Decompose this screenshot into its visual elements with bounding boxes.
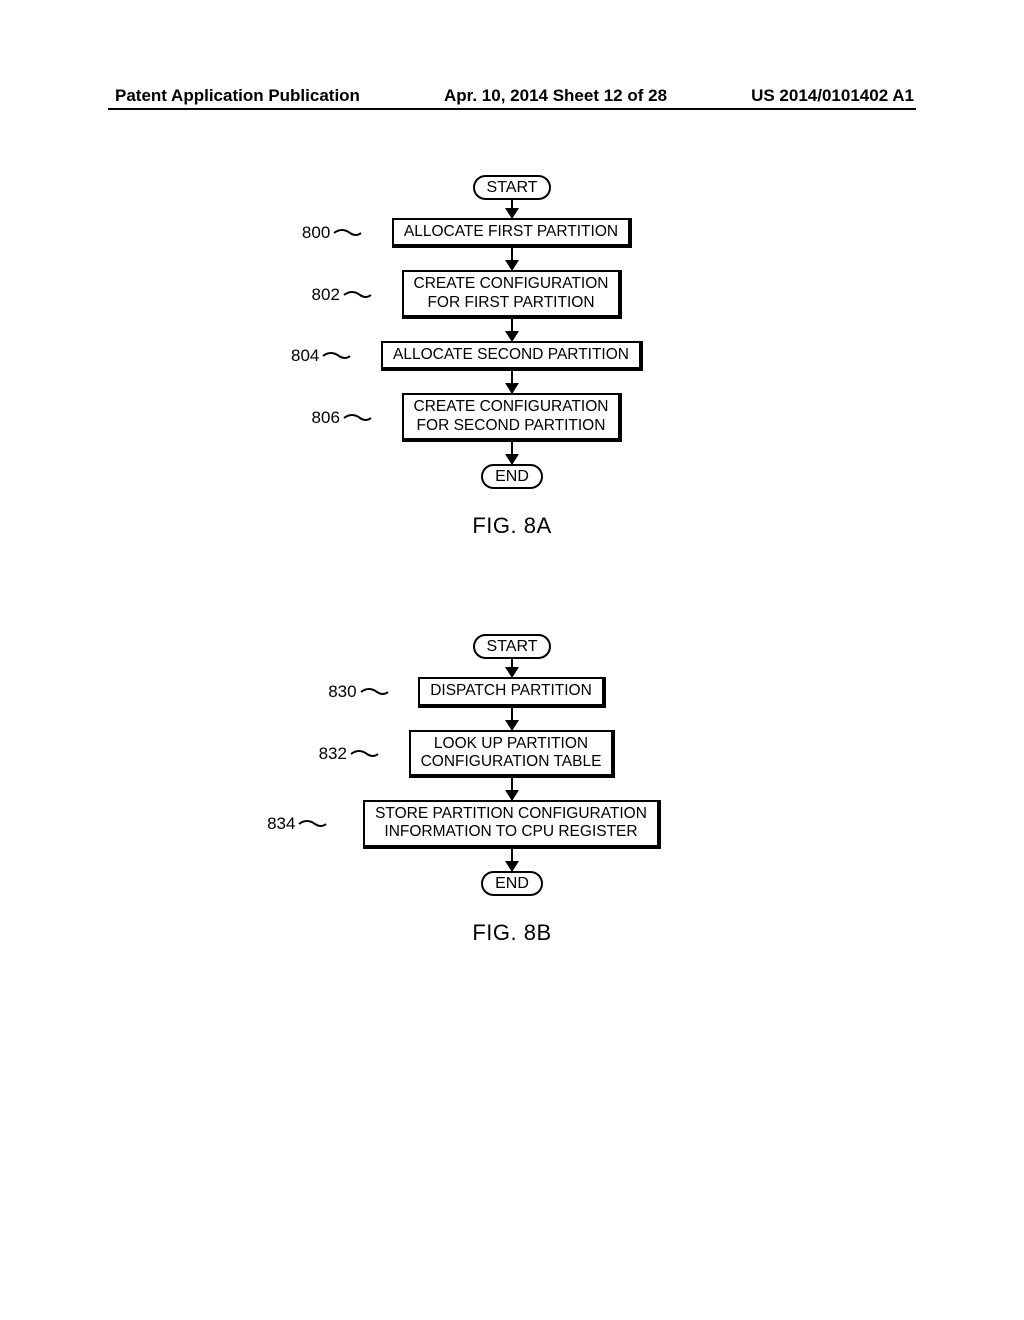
process-wrap: 800 ALLOCATE FIRST PARTITION	[392, 218, 632, 248]
header-rule	[108, 108, 916, 110]
process-box: ALLOCATE SECOND PARTITION	[381, 341, 643, 371]
lead-line-icon	[297, 816, 327, 832]
figure-label-8b: FIG. 8B	[472, 920, 551, 946]
process-box: STORE PARTITION CONFIGURATION INFORMATIO…	[363, 800, 661, 849]
arrow-icon	[511, 371, 514, 393]
terminator-end-8a: END	[481, 464, 543, 489]
figure-label-8a: FIG. 8A	[472, 513, 551, 539]
flowchart-8a: START 800 ALLOCATE FIRST PARTITION 802	[381, 175, 643, 539]
ref-number: 800	[302, 223, 330, 243]
ref-label-834: 834	[267, 814, 327, 834]
arrow-icon	[511, 659, 514, 677]
figures-container: START 800 ALLOCATE FIRST PARTITION 802	[0, 175, 1024, 946]
ref-number: 806	[312, 408, 340, 428]
patent-page: Patent Application Publication Apr. 10, …	[0, 0, 1024, 1320]
ref-label-830: 830	[328, 682, 388, 702]
ref-number: 802	[312, 285, 340, 305]
ref-label-802: 802	[312, 285, 372, 305]
arrow-icon	[511, 849, 514, 871]
lead-line-icon	[321, 348, 351, 364]
terminator-start-8b: START	[473, 634, 552, 659]
ref-label-832: 832	[319, 744, 379, 764]
lead-line-icon	[342, 287, 372, 303]
process-wrap: 830 DISPATCH PARTITION	[418, 677, 606, 707]
ref-number: 830	[328, 682, 356, 702]
process-wrap: 804 ALLOCATE SECOND PARTITION	[381, 341, 643, 371]
ref-number: 804	[291, 346, 319, 366]
process-wrap: 832 LOOK UP PARTITION CONFIGURATION TABL…	[409, 730, 616, 779]
page-header: Patent Application Publication Apr. 10, …	[0, 86, 1024, 106]
process-wrap: 834 STORE PARTITION CONFIGURATION INFORM…	[363, 800, 661, 849]
process-wrap: 806 CREATE CONFIGURATION FOR SECOND PART…	[402, 393, 623, 442]
ref-label-806: 806	[312, 408, 372, 428]
header-center: Apr. 10, 2014 Sheet 12 of 28	[444, 86, 667, 106]
terminator-end-8b: END	[481, 871, 543, 896]
process-box: CREATE CONFIGURATION FOR FIRST PARTITION	[402, 270, 623, 319]
lead-line-icon	[359, 684, 389, 700]
lead-line-icon	[342, 410, 372, 426]
header-left: Patent Application Publication	[115, 86, 360, 106]
process-box: ALLOCATE FIRST PARTITION	[392, 218, 632, 248]
ref-number: 832	[319, 744, 347, 764]
arrow-icon	[511, 442, 514, 464]
flowchart-8b: START 830 DISPATCH PARTITION 832	[363, 634, 661, 946]
arrow-icon	[511, 200, 514, 218]
arrow-icon	[511, 778, 514, 800]
ref-label-800: 800	[302, 223, 362, 243]
process-box: LOOK UP PARTITION CONFIGURATION TABLE	[409, 730, 616, 779]
header-right: US 2014/0101402 A1	[751, 86, 914, 106]
arrow-icon	[511, 319, 514, 341]
terminator-start-8a: START	[473, 175, 552, 200]
ref-label-804: 804	[291, 346, 351, 366]
process-wrap: 802 CREATE CONFIGURATION FOR FIRST PARTI…	[402, 270, 623, 319]
process-box: DISPATCH PARTITION	[418, 677, 606, 707]
arrow-icon	[511, 708, 514, 730]
arrow-icon	[511, 248, 514, 270]
ref-number: 834	[267, 814, 295, 834]
process-box: CREATE CONFIGURATION FOR SECOND PARTITIO…	[402, 393, 623, 442]
lead-line-icon	[332, 225, 362, 241]
lead-line-icon	[349, 746, 379, 762]
